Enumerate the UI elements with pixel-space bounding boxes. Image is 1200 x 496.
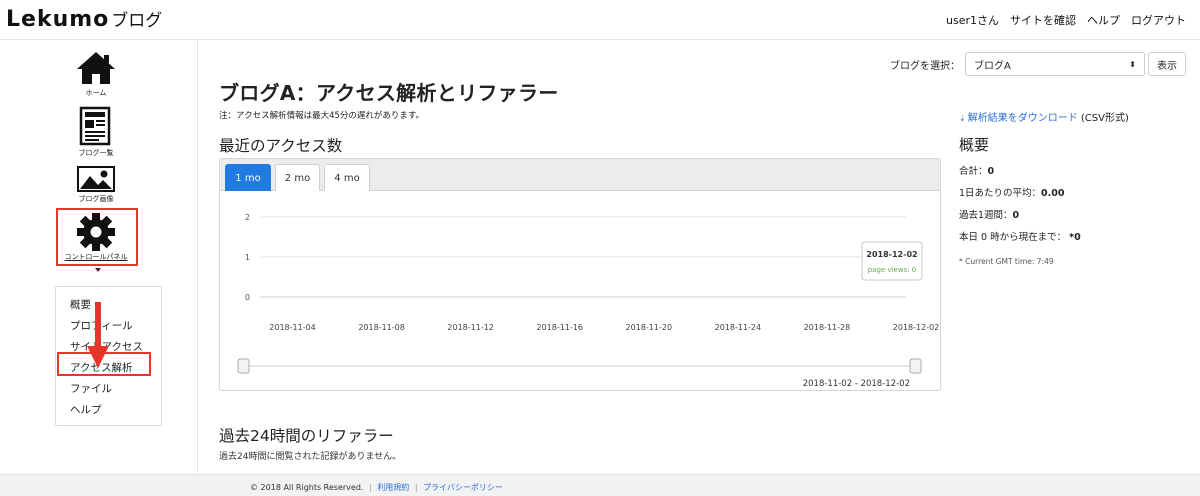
range-handle-left	[237, 358, 250, 374]
summary-total-value: 0	[987, 166, 995, 177]
summary-daily-average: 1日あたりの平均：0.00	[959, 185, 1081, 199]
image-icon	[77, 166, 115, 192]
tooltip-box	[861, 241, 923, 281]
download-link[interactable]: 解析結果をダウンロード	[968, 113, 1078, 124]
tooltip-date: 2018-12-02	[866, 250, 917, 259]
download-format: (CSV形式)	[1080, 113, 1129, 124]
x-tick-label: 2018-12-02	[893, 323, 940, 332]
footer-separator: |	[414, 483, 418, 492]
copyright: © 2018 All Rights Reserved.	[250, 483, 364, 492]
summary-today-value: *0	[1069, 232, 1081, 243]
summary-panel: 概要 合計：0 1日あたりの平均：0.00 過去1週間：0 本日 0 時から現在…	[959, 134, 1081, 266]
help-link[interactable]: ヘルプ	[1087, 12, 1120, 28]
blog-select-value: ブログA	[974, 60, 1011, 72]
range-handle-right	[909, 358, 922, 374]
sidebar-item-blog-images[interactable]: ブログ画像	[56, 166, 136, 204]
summary-daily-average-label: 1日あたりの平均：	[959, 188, 1042, 199]
range-tabs: 1 mo 2 mo 4 mo	[220, 159, 940, 191]
select-arrows-icon: ⬍	[1129, 59, 1136, 69]
summary-daily-average-value: 0.00	[1041, 188, 1065, 199]
footer-separator: |	[369, 483, 372, 492]
x-tick-label: 2018-11-16	[536, 323, 583, 332]
summary-last-week-label: 過去1週間：	[959, 210, 1013, 221]
header: Lekumo ブログ user1さん サイトを確認 ヘルプ ログアウト	[0, 0, 1200, 40]
main-content: ブログを選択： ブログA ⬍ 表示 ブログA：アクセス解析とリファラー 注：アク…	[199, 40, 1200, 474]
summary-last-week: 過去1週間：0	[959, 207, 1081, 221]
show-button[interactable]: 表示	[1148, 52, 1186, 76]
home-icon	[77, 52, 115, 84]
x-tick-label: 2018-11-12	[447, 323, 494, 332]
footer: © 2018 All Rights Reserved. | 利用規約 | プライ…	[0, 474, 1200, 496]
sidebar-item-blog-list[interactable]: ブログ一覧	[56, 106, 136, 158]
privacy-link[interactable]: プライバシーポリシー	[423, 483, 503, 492]
blog-select-row: ブログを選択： ブログA ⬍ 表示	[890, 52, 1186, 76]
tooltip-value: page views: 0	[868, 266, 917, 274]
summary-total-label: 合計：	[959, 166, 988, 177]
page-title: ブログA：アクセス解析とリファラー	[219, 81, 559, 105]
blog-select[interactable]: ブログA ⬍	[965, 52, 1145, 76]
blog-list-icon	[79, 106, 111, 146]
summary-today-label: 本日 0 時から現在まで：	[959, 232, 1067, 243]
arrow-down-icon	[87, 302, 109, 368]
submenu-item-files[interactable]: ファイル	[70, 381, 112, 396]
download-row: ⇣ 解析結果をダウンロード (CSV形式)	[959, 109, 1129, 124]
range-label: 2018-11-02 - 2018-12-02	[803, 379, 910, 389]
footer-content: © 2018 All Rights Reserved. | 利用規約 | プライ…	[250, 482, 503, 493]
sidebar: ホーム ブログ一覧 ブログ画像 コントロールパネル 概要 プロフィール アクセス…	[0, 40, 198, 474]
sidebar-label-blog-list: ブログ一覧	[78, 149, 114, 157]
x-tick-label: 2018-11-20	[626, 323, 673, 332]
view-site-link[interactable]: サイトを確認	[1010, 12, 1076, 28]
y-tick-label: 1	[245, 253, 250, 262]
logo-sub: ブログ	[111, 11, 163, 31]
sidebar-item-control-panel[interactable]: コントロールパネル	[56, 212, 136, 262]
sidebar-label-control-panel: コントロールパネル	[64, 253, 128, 261]
terms-link[interactable]: 利用規約	[377, 483, 409, 492]
referrer-empty-text: 過去24時間に閲覧された記録がありません。	[219, 452, 402, 462]
y-tick-label: 0	[245, 293, 250, 302]
sidebar-label-blog-images: ブログ画像	[78, 195, 114, 203]
user-link[interactable]: user1さん	[946, 12, 999, 28]
blog-select-label: ブログを選択：	[890, 60, 960, 72]
x-tick-label: 2018-11-24	[715, 323, 762, 332]
tab-1-mo[interactable]: 1 mo	[225, 164, 271, 191]
sidebar-item-home[interactable]: ホーム	[56, 50, 136, 98]
submenu-item-help[interactable]: ヘルプ	[70, 402, 102, 417]
gear-icon	[77, 213, 115, 251]
y-tick-label: 2	[245, 213, 250, 222]
delay-note: 注：アクセス解析情報は最大45分の遅れがあります。	[219, 111, 425, 121]
x-tick-label: 2018-11-04	[269, 323, 316, 332]
summary-total: 合計：0	[959, 163, 1081, 177]
x-tick-label: 2018-11-08	[358, 323, 405, 332]
summary-last-week-value: 0	[1012, 210, 1020, 221]
top-nav: user1さん サイトを確認 ヘルプ ログアウト	[946, 12, 1186, 28]
summary-today: 本日 0 時から現在まで： *0	[959, 229, 1081, 243]
logo-text: Lekumo	[6, 7, 110, 32]
referrer-title: 過去24時間のリファラー	[219, 427, 394, 445]
sidebar-label-home: ホーム	[85, 89, 107, 97]
caret-down-icon	[95, 268, 101, 272]
logout-link[interactable]: ログアウト	[1131, 12, 1186, 28]
logo[interactable]: Lekumo ブログ	[6, 6, 162, 32]
recent-access-title: 最近のアクセス数	[219, 137, 343, 155]
access-line-chart: 0 1 2 2018-11-04 2018-11-08 2018-11-12 2018-11…	[237, 213, 940, 389]
tab-2-mo[interactable]: 2 mo	[275, 164, 320, 191]
download-arrow-icon: ⇣	[959, 114, 966, 123]
summary-title: 概要	[959, 136, 990, 154]
chart-panel: 1 mo 2 mo 4 mo 0 1 2 2018-11-04 2018-11-08 20…	[219, 158, 941, 391]
x-tick-label: 2018-11-28	[804, 323, 851, 332]
gmt-time-note: * Current GMT time: 7:49	[959, 257, 1054, 266]
tab-4-mo[interactable]: 4 mo	[324, 164, 370, 191]
